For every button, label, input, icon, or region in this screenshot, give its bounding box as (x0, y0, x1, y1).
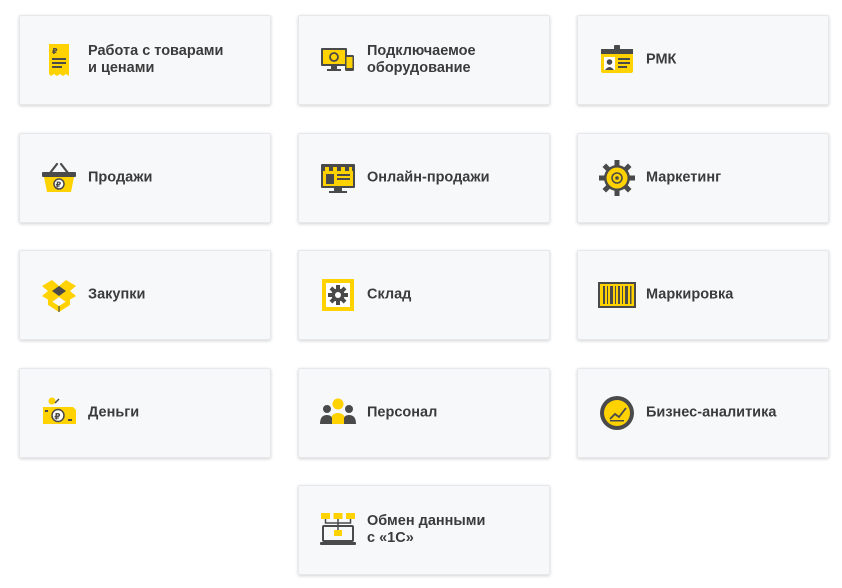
tile-label: Бизнес-аналитика (646, 404, 777, 421)
tile-purchases[interactable]: Закупки (19, 250, 271, 340)
barcode-icon (598, 276, 636, 314)
tile-label: Персонал (367, 404, 438, 421)
monitor-devices-icon (319, 41, 357, 79)
tile-label: РМК (646, 51, 677, 68)
tile-rmk[interactable]: РМК (577, 15, 829, 105)
tile-label: Продажи (88, 169, 153, 186)
data-exchange-icon (319, 511, 357, 549)
tile-warehouse[interactable]: Склад (298, 250, 550, 340)
tile-label: Онлайн-продажи (367, 169, 490, 186)
tile-1c-data-exchange[interactable]: Обмен данными с «1С» (298, 485, 550, 575)
basket-icon: ₽ (40, 159, 78, 197)
tile-label: Маркетинг (646, 169, 722, 186)
analytics-icon (598, 394, 636, 432)
tile-marking[interactable]: Маркировка (577, 250, 829, 340)
tile-goods-prices[interactable]: ₽ Работа с товарами и ценами (19, 15, 271, 105)
tile-label: Обмен данными с «1С» (367, 513, 486, 546)
tile-label: Подключаемое оборудование (367, 43, 476, 76)
tile-sales[interactable]: ₽ Продажи (19, 133, 271, 223)
svg-text:₽: ₽ (54, 413, 60, 423)
online-store-icon (319, 159, 357, 197)
tile-business-analytics[interactable]: Бизнес-аналитика (577, 368, 829, 458)
tile-connected-equipment[interactable]: Подключаемое оборудование (298, 15, 550, 105)
warehouse-icon (319, 276, 357, 314)
svg-text:₽: ₽ (56, 181, 62, 190)
tile-label: Работа с товарами и ценами (88, 43, 224, 76)
open-box-icon (40, 276, 78, 314)
price-tag-icon: ₽ (40, 41, 78, 79)
tile-online-sales[interactable]: Онлайн-продажи (298, 133, 550, 223)
tile-label: Деньги (88, 404, 140, 421)
svg-text:₽: ₽ (52, 47, 58, 56)
tile-personnel[interactable]: Персонал (298, 368, 550, 458)
id-card-icon (598, 41, 636, 79)
tile-label: Закупки (88, 286, 146, 303)
money-icon: ₽ (40, 394, 78, 432)
tile-label: Маркировка (646, 286, 734, 303)
tile-label: Склад (367, 286, 412, 303)
tile-marketing[interactable]: Маркетинг (577, 133, 829, 223)
people-icon (319, 394, 357, 432)
gear-icon (598, 159, 636, 197)
tile-money[interactable]: ₽ Деньги (19, 368, 271, 458)
